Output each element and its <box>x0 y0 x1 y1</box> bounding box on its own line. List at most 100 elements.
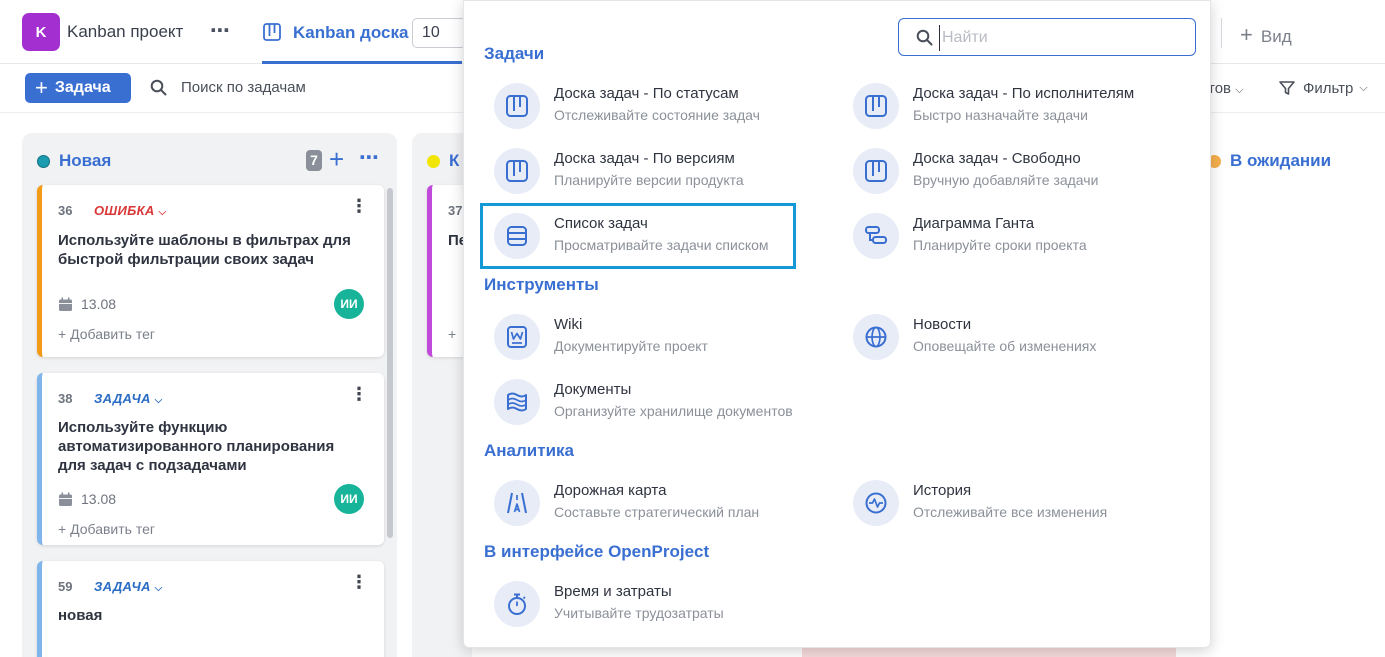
toolbar-partial-label: тов <box>1208 80 1232 97</box>
activity-icon <box>853 480 899 526</box>
card-menu-icon[interactable]: ⋮ <box>350 573 368 591</box>
menu-item-roadmap[interactable]: Дорожная карта Составьте стратегический … <box>484 474 824 532</box>
project-name[interactable]: Kanban проект <box>67 22 183 42</box>
card-number: 36 <box>58 203 73 218</box>
chevron-down-icon: ⌵ <box>1359 81 1368 94</box>
menu-item-news[interactable]: Новости Оповещайте об изменениях <box>843 308 1183 366</box>
column-count-badge: 7 <box>306 150 322 171</box>
roadmap-icon <box>494 480 540 526</box>
status-dot <box>37 154 50 168</box>
menu-item-title: История <box>913 482 972 499</box>
card-date: 13.08 <box>58 491 116 507</box>
search-icon <box>150 79 167 96</box>
menu-item-board-by-status[interactable]: Доска задач - По статусам Отслеживайте с… <box>484 77 824 135</box>
menu-item-desc: Отслеживайте состояние задач <box>554 107 760 123</box>
column-header: Новая <box>37 151 111 171</box>
board-column-waiting: В ожидании <box>1198 133 1385 657</box>
section-tasks-title: Задачи <box>484 44 545 63</box>
dropdown-search-input[interactable] <box>939 25 1184 51</box>
filter-button[interactable]: Фильтр ⌵ <box>1278 79 1368 97</box>
card-type-label: ОШИБКА <box>94 203 155 218</box>
card-title[interactable]: Используйте функцию автоматизированного … <box>58 418 358 475</box>
menu-item-wiki[interactable]: Wiki Документируйте проект <box>484 308 824 366</box>
scrollbar[interactable] <box>387 188 393 538</box>
menu-item-title: Документы <box>554 381 632 398</box>
menu-item-time-costs[interactable]: Время и затраты Учитывайте трудозатраты <box>484 575 824 633</box>
board-icon <box>853 83 899 129</box>
card-menu-icon[interactable]: ⋮ <box>350 385 368 403</box>
add-tag-link[interactable]: + Добавить тег <box>58 326 155 342</box>
calendar-icon <box>59 492 72 506</box>
board-title[interactable]: Kanban доска <box>293 23 408 43</box>
add-task-button[interactable]: + Задача <box>25 73 131 103</box>
project-more-icon[interactable]: ⋯ <box>210 18 231 43</box>
column-title[interactable]: В ожидании <box>1230 151 1331 171</box>
task-card[interactable]: 38 ЗАДАЧА ⌵ ⋮ Используйте функцию автома… <box>37 373 384 545</box>
avatar[interactable]: ИИ <box>334 289 364 319</box>
menu-item-desc: Планируйте сроки проекта <box>913 237 1087 253</box>
status-dot <box>427 154 440 168</box>
menu-item-title: Доска задач - По исполнителям <box>913 85 1135 102</box>
column-header: В ожидании <box>1208 151 1331 171</box>
search-tasks-input[interactable]: Поиск по задачам <box>150 79 306 96</box>
page-size-select[interactable]: 10 <box>412 18 466 48</box>
menu-item-title: Новости <box>913 316 972 333</box>
card-number: 59 <box>58 579 73 594</box>
wiki-icon <box>494 314 540 360</box>
card-type[interactable]: ОШИБКА ⌵ <box>94 203 166 218</box>
plus-icon: + <box>1240 22 1253 47</box>
menu-item-board-free[interactable]: Доска задач - Свободно Вручную добавляйт… <box>843 142 1183 200</box>
project-avatar[interactable]: K <box>22 13 60 51</box>
menu-item-desc: Отслеживайте все изменения <box>913 504 1108 520</box>
highlight-frame <box>480 203 796 269</box>
stopwatch-icon <box>494 581 540 627</box>
chevron-down-icon: ⌵ <box>154 583 163 594</box>
add-task-label: Задача <box>54 79 111 96</box>
menu-item-board-by-version[interactable]: Доска задач - По версиям Планируйте верс… <box>484 142 824 200</box>
menu-item-title: Дорожная карта <box>554 482 667 499</box>
column-background <box>802 647 1176 657</box>
board-icon <box>263 23 281 41</box>
add-tag-link[interactable]: + Добавить тег <box>58 521 155 537</box>
menu-item-documents[interactable]: Документы Организуйте хранилище документ… <box>484 373 824 431</box>
menu-item-desc: Документируйте проект <box>554 338 708 354</box>
dropdown-search[interactable] <box>898 18 1196 56</box>
card-date-value: 13.08 <box>81 296 117 312</box>
column-more-icon[interactable]: ⋯ <box>359 145 380 170</box>
menu-item-desc: Составьте стратегический план <box>554 504 760 520</box>
section-tools-title: Инструменты <box>484 275 599 294</box>
card-title[interactable]: новая <box>58 606 358 625</box>
task-card[interactable]: 36 ОШИБКА ⌵ ⋮ Используйте шаблоны в филь… <box>37 185 384 357</box>
card-menu-icon[interactable]: ⋮ <box>350 197 368 215</box>
menu-item-gantt[interactable]: Диаграмма Ганта Планируйте сроки проекта <box>843 207 1183 265</box>
menu-item-history[interactable]: История Отслеживайте все изменения <box>843 474 1183 532</box>
menu-item-board-by-assignee[interactable]: Доска задач - По исполнителям Быстро наз… <box>843 77 1183 135</box>
menu-item-desc: Быстро назначайте задачи <box>913 107 1088 123</box>
column-title[interactable]: К <box>449 151 459 171</box>
column-header: К <box>427 151 459 171</box>
card-date: 13.08 <box>58 296 116 312</box>
view-label: Вид <box>1260 27 1292 46</box>
card-title[interactable]: Используйте шаблоны в фильтрах для быстр… <box>58 231 358 269</box>
card-number: 38 <box>58 391 73 406</box>
board-column-new: Новая 7 + ⋯ 36 ОШИБКА ⌵ ⋮ Используйте ша… <box>22 133 397 657</box>
search-tasks-label: Поиск по задачам <box>181 79 306 96</box>
column-add-icon[interactable]: + <box>329 144 344 175</box>
avatar[interactable]: ИИ <box>334 484 364 514</box>
menu-item-desc: Оповещайте об изменениях <box>913 338 1097 354</box>
documents-icon <box>494 379 540 425</box>
task-card[interactable]: 59 ЗАДАЧА ⌵ ⋮ новая <box>37 561 384 657</box>
section-openproject-title: В интерфейсе OpenProject <box>484 542 710 561</box>
board-icon <box>853 148 899 194</box>
column-title[interactable]: Новая <box>59 151 111 171</box>
section-analytics-title: Аналитика <box>484 441 574 460</box>
add-tag-link[interactable]: + <box>448 326 456 342</box>
menu-item-title: Доска задач - Свободно <box>913 150 1081 167</box>
card-type[interactable]: ЗАДАЧА ⌵ <box>94 391 163 406</box>
chevron-down-icon: ⌵ <box>154 395 163 406</box>
card-type[interactable]: ЗАДАЧА ⌵ <box>94 579 163 594</box>
page-size-value: 10 <box>422 24 440 41</box>
menu-item-title: Время и затраты <box>554 583 672 600</box>
toolbar-partial-button[interactable]: тов ⌵ <box>1208 80 1244 97</box>
view-button[interactable]: + Вид <box>1240 22 1292 48</box>
